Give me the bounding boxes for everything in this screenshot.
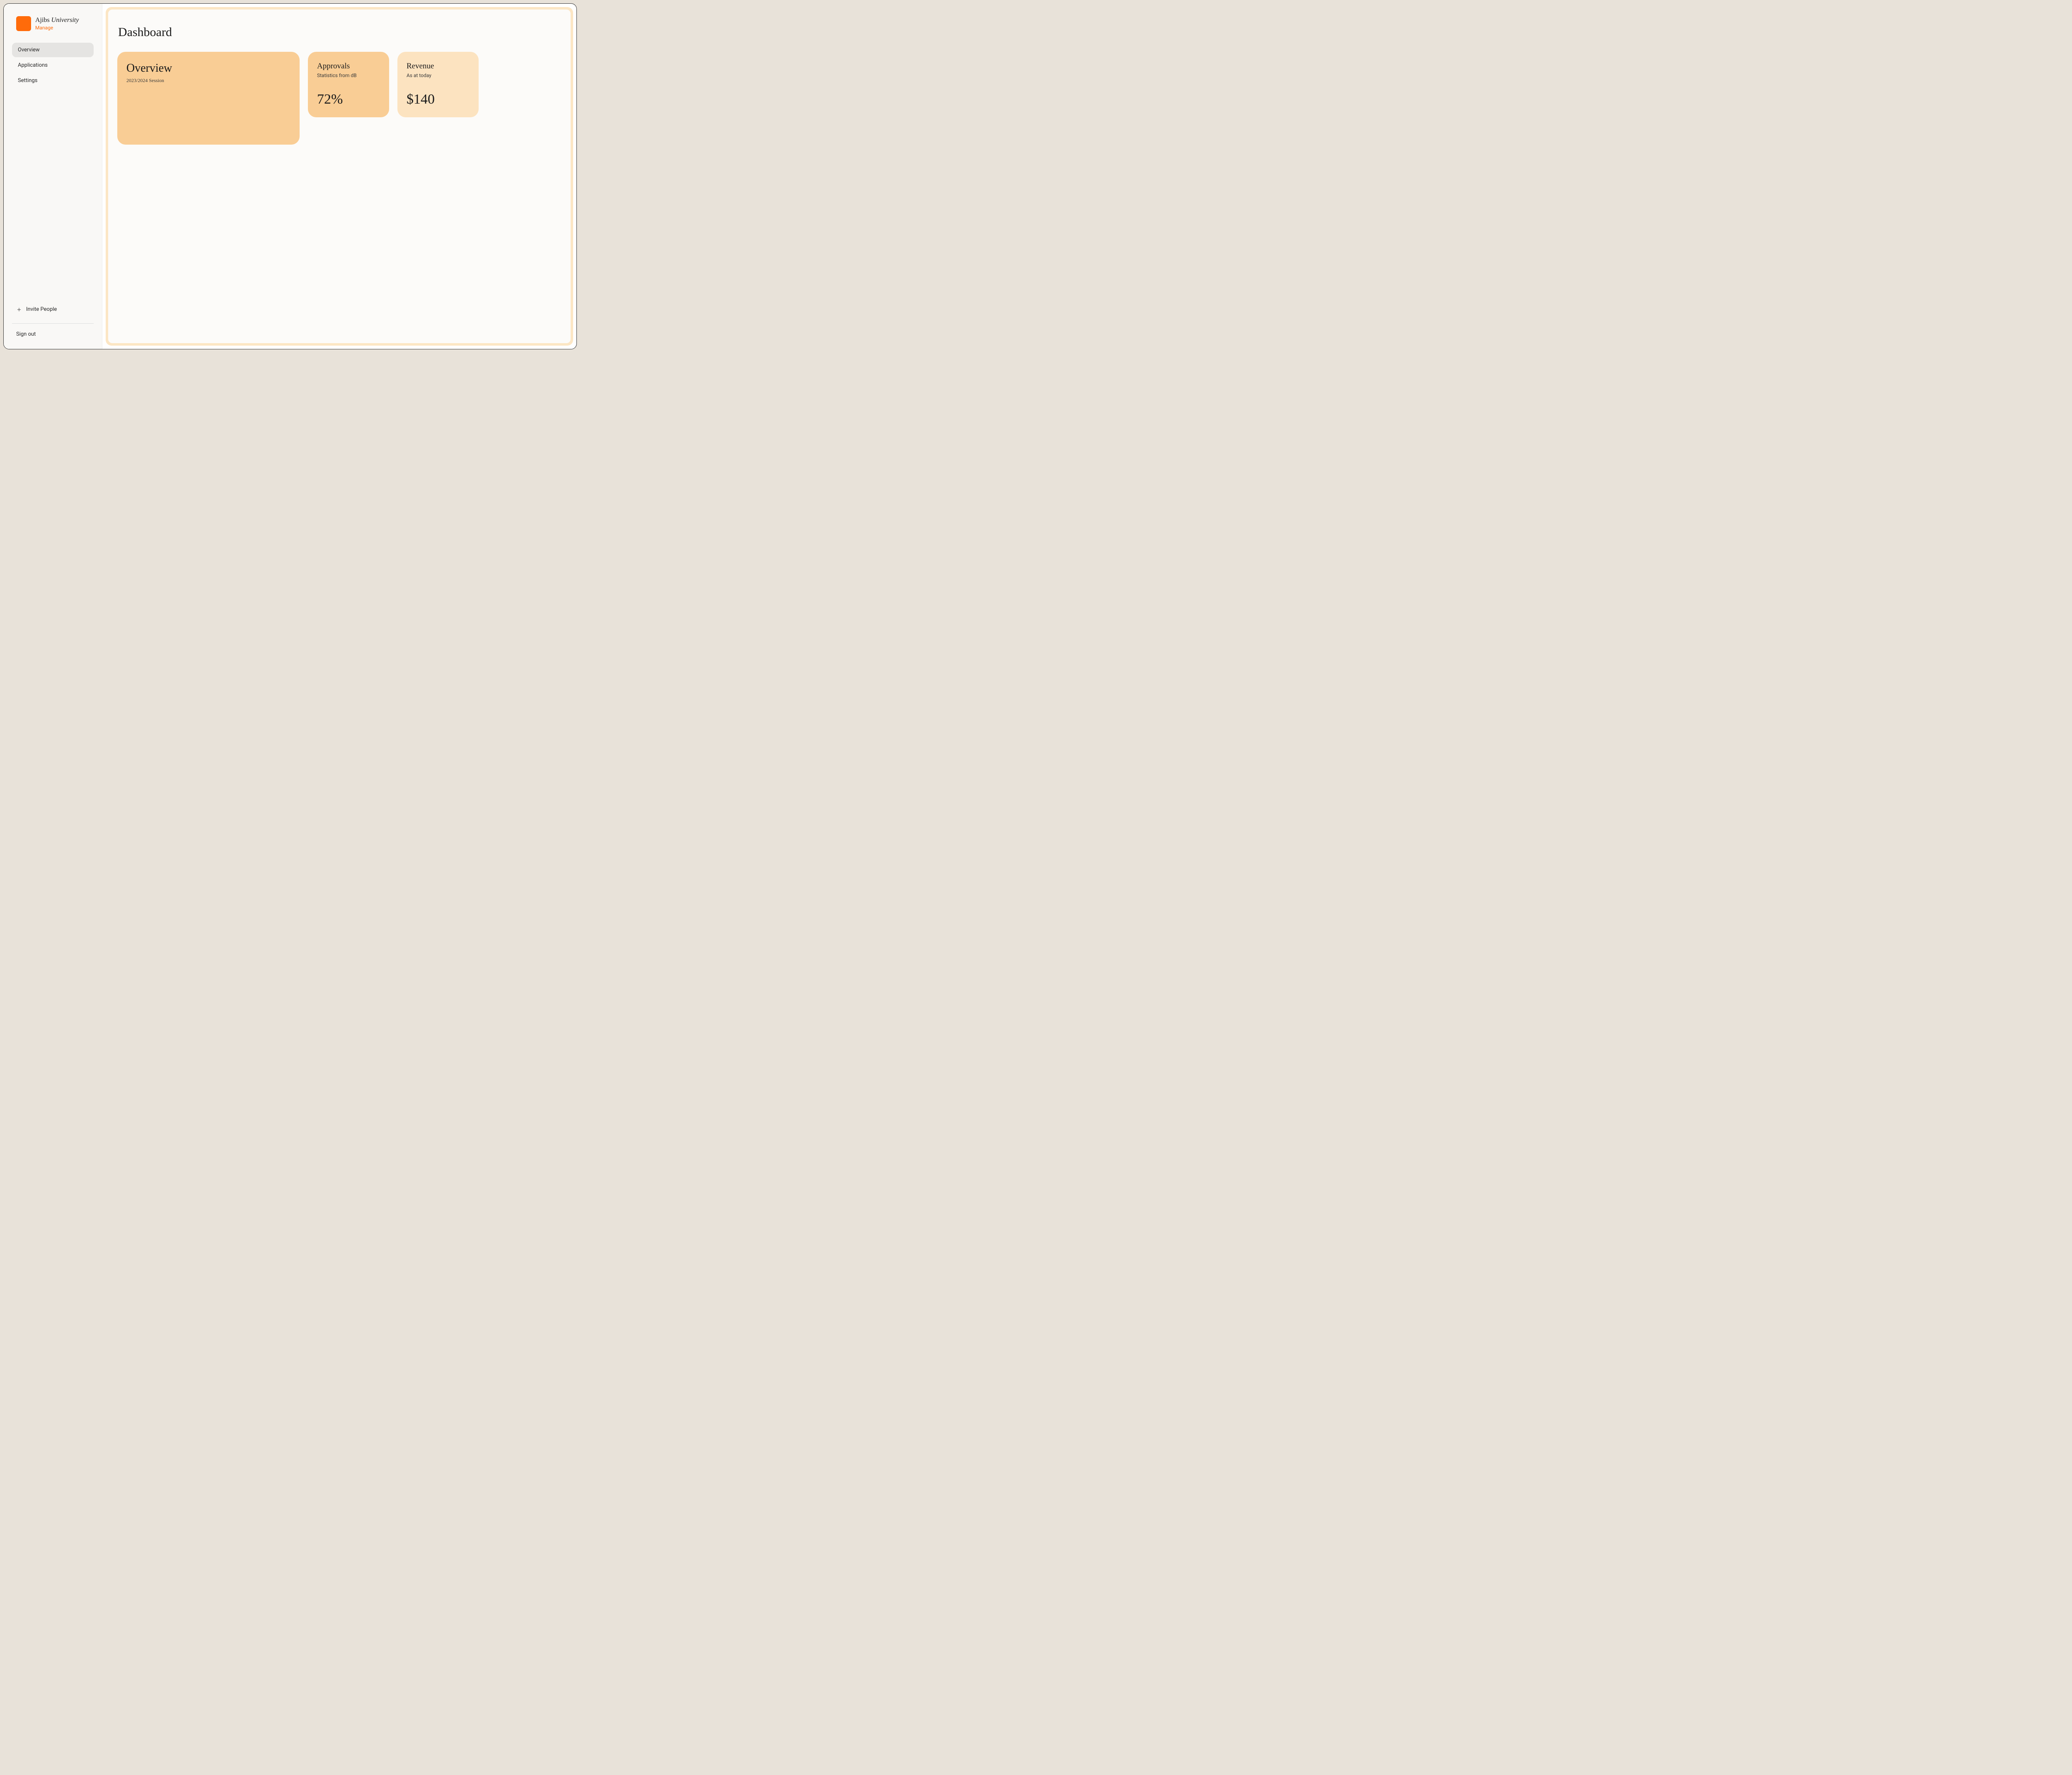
invite-label: Invite People <box>26 306 57 312</box>
invite-people-button[interactable]: Invite People <box>12 304 94 315</box>
divider <box>12 323 94 324</box>
nav-item-label: Applications <box>18 62 48 68</box>
nav: Overview Applications Settings <box>12 43 94 88</box>
brand-logo <box>16 16 31 31</box>
nav-item-applications[interactable]: Applications <box>12 58 94 73</box>
brand-name-part1: Ajibs <box>35 17 51 24</box>
brand-subtitle[interactable]: Manage <box>35 25 79 31</box>
main-panel: Dashboard Overview 2023/2024 Session App… <box>106 7 573 346</box>
brand-title: Ajibs University <box>35 16 79 24</box>
brand-name-part2: University <box>51 17 79 24</box>
card-title: Overview <box>126 62 290 75</box>
app-frame: Ajibs University Manage Overview Applica… <box>3 3 577 349</box>
card-subtitle: 2023/2024 Session <box>126 77 290 84</box>
sidebar: Ajibs University Manage Overview Applica… <box>4 4 102 349</box>
card-value: 72% <box>317 92 380 107</box>
card-overview[interactable]: Overview 2023/2024 Session <box>117 52 300 145</box>
card-approvals[interactable]: Approvals Statistics from dB 72% <box>308 52 389 117</box>
main-inner: Dashboard Overview 2023/2024 Session App… <box>108 10 571 343</box>
nav-item-overview[interactable]: Overview <box>12 43 94 57</box>
nav-item-label: Settings <box>18 77 37 84</box>
cards-row: Overview 2023/2024 Session Approvals Sta… <box>117 52 562 145</box>
card-title: Approvals <box>317 62 380 71</box>
brand: Ajibs University Manage <box>12 16 94 31</box>
sidebar-footer: Invite People Sign out <box>12 304 94 339</box>
card-subtitle: Statistics from dB <box>317 73 380 78</box>
card-title: Revenue <box>407 62 470 71</box>
card-subtitle: As at today <box>407 73 470 78</box>
nav-item-label: Overview <box>18 47 40 53</box>
brand-text: Ajibs University Manage <box>35 16 79 31</box>
nav-item-settings[interactable]: Settings <box>12 73 94 88</box>
signout-label: Sign out <box>16 331 36 337</box>
page-title: Dashboard <box>118 25 562 39</box>
sign-out-button[interactable]: Sign out <box>12 329 94 339</box>
card-revenue[interactable]: Revenue As at today $140 <box>397 52 479 117</box>
card-value: $140 <box>407 92 470 107</box>
main-wrap: Dashboard Overview 2023/2024 Session App… <box>102 4 576 349</box>
plus-icon <box>16 307 22 312</box>
